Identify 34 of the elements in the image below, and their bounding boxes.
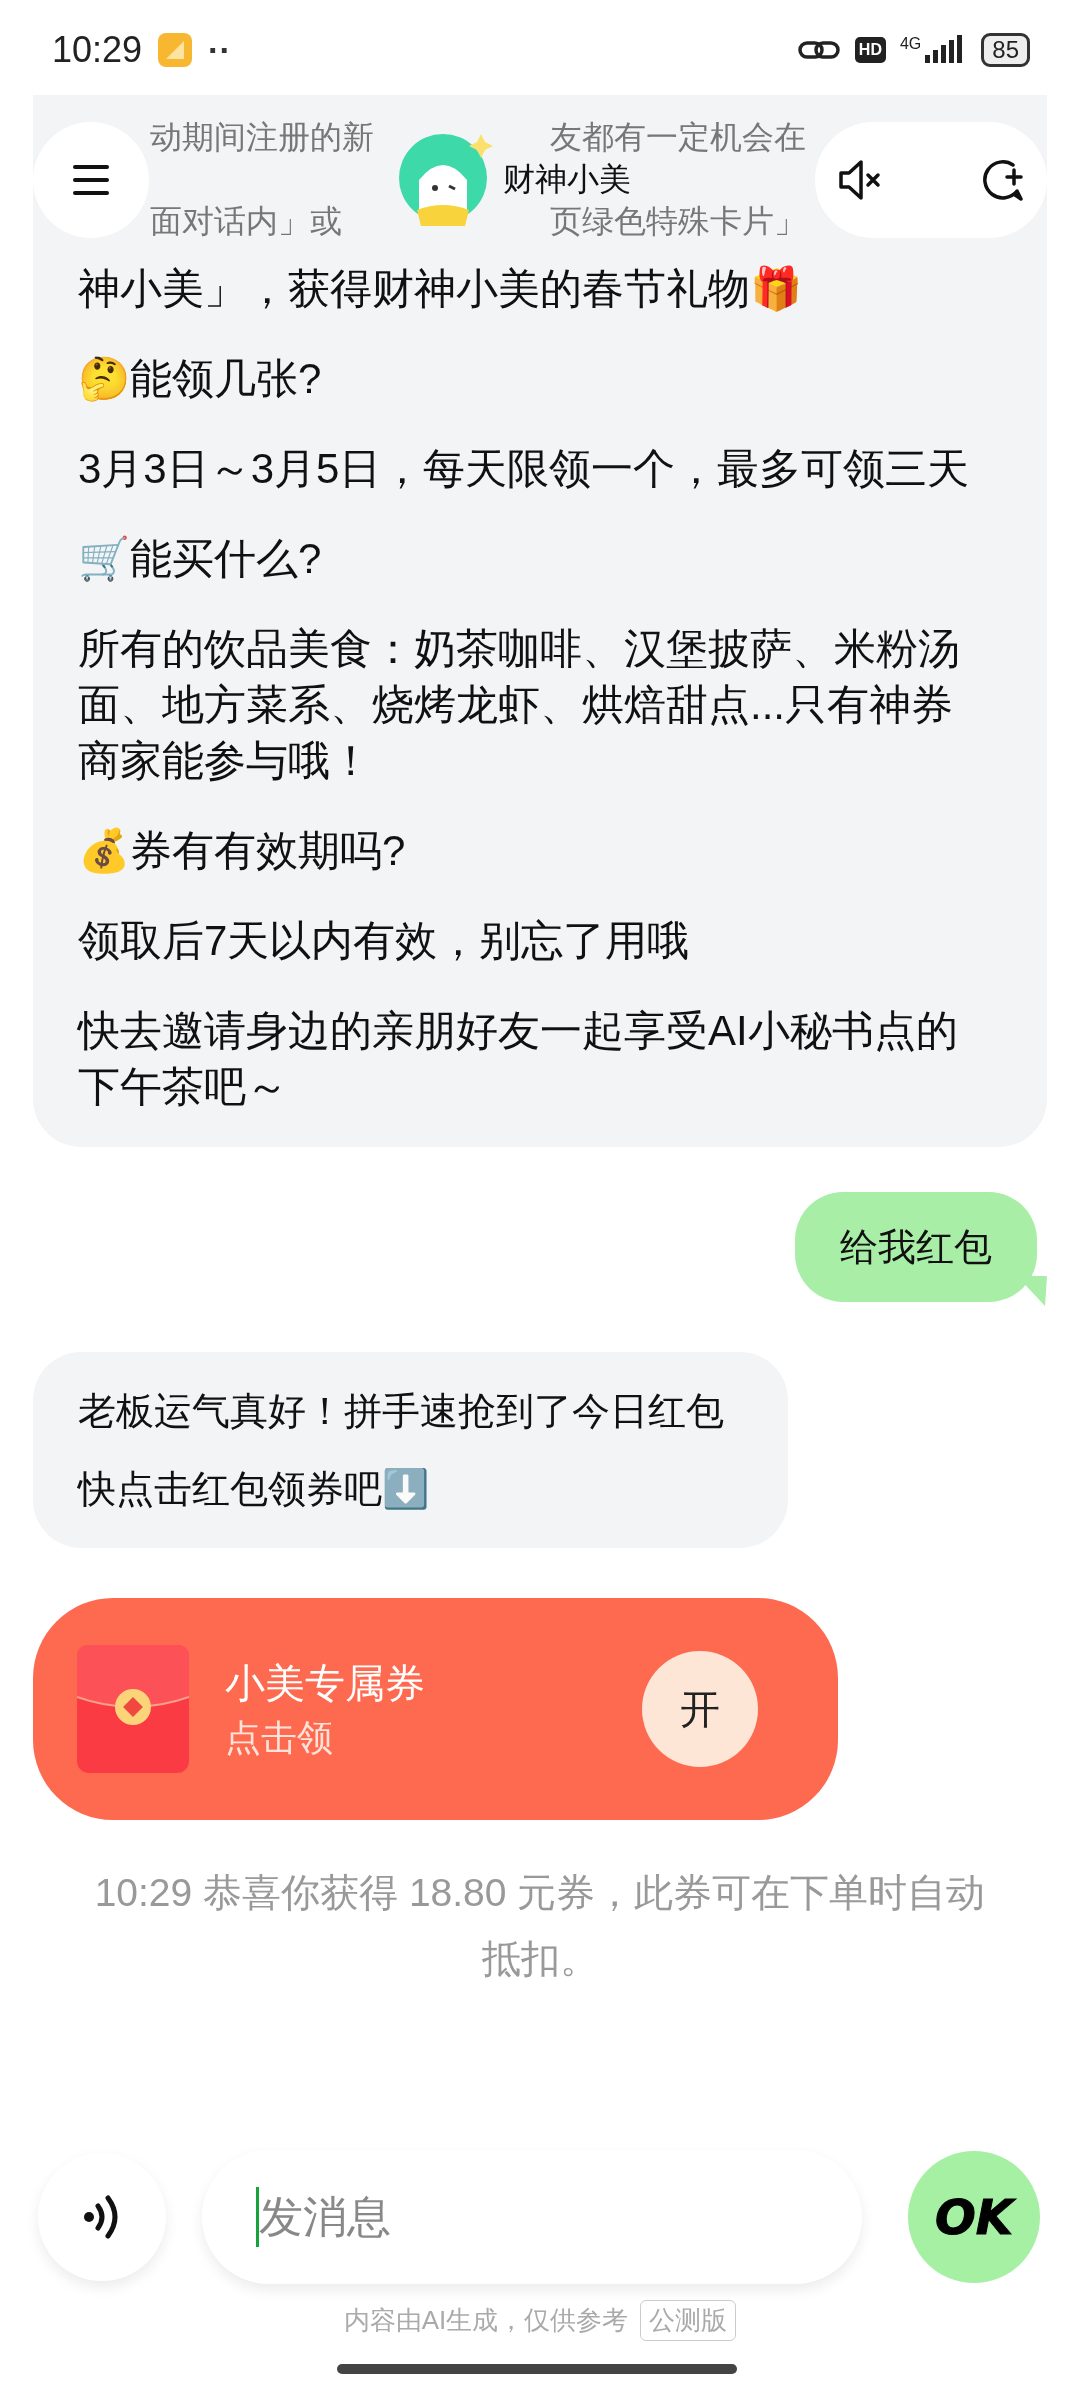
coupon-card[interactable]: 小美专属券 点击领 开 [33,1598,838,1820]
message-text: 所有的饮品美食：奶茶咖啡、汉堡披萨、米粉汤面、地方菜系、烧烤龙虾、烘焙甜点...只有神券商家能参与哦！ [78,624,961,786]
envelope-icon [77,1645,189,1773]
message-text: 页绿色特殊卡片」 [550,202,806,241]
message-text: 3月3日～3月5日，每天限领一个，最多可领三天 [78,444,971,494]
menu-icon [71,163,111,197]
message-text: 💰券有有效期吗? [78,826,407,876]
message-text: 神小美」，获得财神小美的春节礼物🎁 [78,264,803,314]
disclaimer-text: 内容由AI生成，仅供参考 [343,2304,629,2337]
system-notice: 10:29 恭喜你获得 18.80 元券，此券可在下单时自动抵扣。 [93,1870,987,1982]
beta-badge: 公测版 [640,2300,737,2341]
app-notification-icon [156,31,195,69]
ok-button[interactable]: OK [908,2151,1040,2283]
battery-indicator: 85 [981,33,1030,67]
message-input[interactable]: 发消息 [202,2150,862,2284]
hd-indicator: HD [854,37,886,63]
message-text: 快去邀请身边的亲朋好友一起享受AI小秘书点的下午茶吧～ [78,1006,959,1112]
speaker-muted-icon [837,157,883,203]
open-button[interactable]: 开 [642,1651,758,1767]
message-text: 给我红包 [840,1225,992,1270]
message-text: 🤔能领几张? [78,354,323,404]
message-text: 老板运气真好！拼手速抢到了今日红包 [78,1389,724,1434]
network-type: 4G [899,35,922,53]
status-dots: ·· [208,30,231,70]
message-text: 动期间注册的新 [150,118,375,157]
message-text: 领取后7天以内有效，别忘了用哦 [78,916,691,966]
message-text: 🛒能买什么? [78,534,323,584]
coupon-title: 小美专属券 [225,1660,426,1707]
message-text: 友都有一定机会在 [550,118,806,157]
chat-title: 财神小美 [503,160,631,199]
message-text: 面对话内」或 [150,202,343,241]
status-time: 10:29 [52,29,143,71]
coupon-subtitle: 点击领 [225,1716,334,1760]
message-text: 快点击红包领券吧⬇ [78,1467,430,1512]
